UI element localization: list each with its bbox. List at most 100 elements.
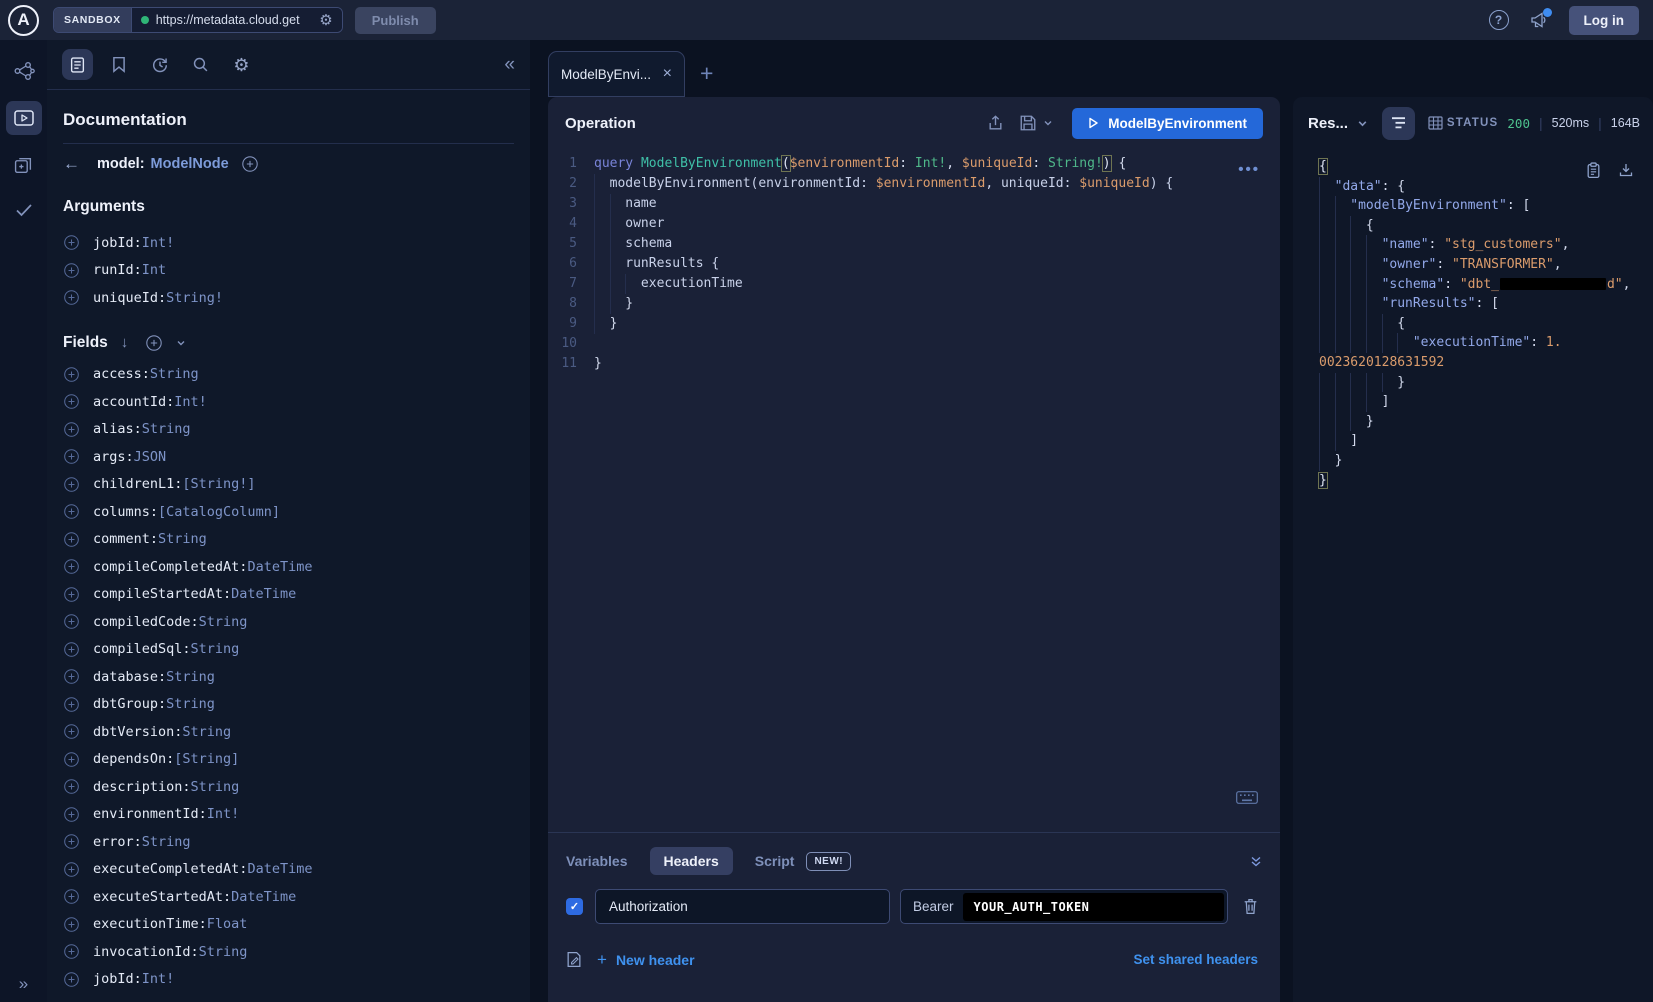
field-row[interactable]: comment: String — [63, 526, 514, 554]
expand-rail-button[interactable]: » — [0, 974, 47, 994]
add-field-to-query-icon[interactable] — [63, 833, 80, 850]
code-line[interactable]: 6runResults { — [548, 254, 1280, 274]
new-tab-button[interactable]: + — [700, 62, 713, 85]
field-row[interactable]: compileStartedAt: DateTime — [63, 581, 514, 609]
keyboard-shortcuts-icon[interactable] — [1236, 791, 1258, 804]
formatted-view-button[interactable] — [1382, 107, 1415, 140]
tab-variables[interactable]: Variables — [566, 853, 628, 869]
sidebar-item-changelog[interactable] — [6, 150, 42, 180]
tab-headers[interactable]: Headers — [650, 847, 733, 875]
tab-explorer-settings[interactable]: ⚙ — [226, 49, 257, 80]
field-row[interactable]: executionTime: Float — [63, 911, 514, 939]
add-field-to-query-icon[interactable] — [63, 531, 80, 548]
copy-response-button[interactable] — [1586, 162, 1601, 179]
share-operation-icon[interactable] — [987, 114, 1004, 132]
add-field-to-query-icon[interactable] — [63, 366, 80, 383]
field-row[interactable]: compiledCode: String — [63, 608, 514, 636]
table-view-button[interactable] — [1427, 115, 1444, 131]
header-value-input[interactable]: Bearer YOUR_AUTH_TOKEN — [900, 889, 1228, 924]
argument-row[interactable]: runId: Int — [63, 257, 514, 285]
save-operation-group[interactable] — [1019, 114, 1053, 132]
argument-row[interactable]: jobId: Int! — [63, 229, 514, 257]
field-row[interactable]: access: String — [63, 361, 514, 389]
add-field-to-query-icon[interactable] — [63, 262, 80, 279]
field-row[interactable]: accountId: Int! — [63, 388, 514, 416]
publish-button[interactable]: Publish — [355, 7, 436, 34]
code-line[interactable]: 2modelByEnvironment(environmentId: $envi… — [548, 174, 1280, 194]
field-row[interactable]: executeCompletedAt: DateTime — [63, 856, 514, 884]
field-row[interactable]: childrenL1: [String!] — [63, 471, 514, 499]
code-line[interactable]: 5schema — [548, 234, 1280, 254]
editor-menu-button[interactable]: ••• — [1238, 162, 1260, 177]
endpoint-url-box[interactable]: https://metadata.cloud.get ⚙ — [132, 8, 342, 32]
apollo-logo[interactable]: A — [8, 5, 39, 36]
field-row[interactable]: dbtVersion: String — [63, 718, 514, 746]
add-field-to-query-icon[interactable] — [63, 861, 80, 878]
new-header-button[interactable]: + New header — [597, 951, 695, 968]
set-shared-headers-link[interactable]: Set shared headers — [1133, 952, 1262, 967]
code-line[interactable]: 11} — [548, 354, 1280, 374]
add-field-to-query-icon[interactable] — [63, 641, 80, 658]
code-line[interactable]: 10 — [548, 334, 1280, 354]
field-row[interactable]: alias: String — [63, 416, 514, 444]
sidebar-item-checks[interactable] — [6, 195, 42, 225]
field-row[interactable]: dependsOn: [String] — [63, 746, 514, 774]
tab-history[interactable] — [144, 49, 175, 80]
add-field-to-query-icon[interactable] — [63, 916, 80, 933]
sidebar-item-explorer[interactable] — [6, 101, 42, 135]
add-field-to-query-icon[interactable] — [63, 806, 80, 823]
field-row[interactable]: dbtGroup: String — [63, 691, 514, 719]
add-field-to-query-icon[interactable] — [63, 476, 80, 493]
add-field-to-query-icon[interactable] — [63, 971, 80, 988]
add-field-to-query-icon[interactable] — [63, 289, 80, 306]
add-field-to-query-icon[interactable] — [63, 751, 80, 768]
back-arrow-icon[interactable]: ← — [63, 154, 89, 174]
close-tab-icon[interactable]: × — [663, 66, 672, 82]
add-field-to-query-icon[interactable] — [63, 448, 80, 465]
collapse-docs-panel-button[interactable]: « — [504, 55, 515, 74]
add-field-to-query-icon[interactable] — [63, 421, 80, 438]
add-field-to-query-icon[interactable] — [63, 943, 80, 960]
chevron-down-icon[interactable] — [176, 338, 186, 348]
field-row[interactable]: executeStartedAt: DateTime — [63, 883, 514, 911]
response-title[interactable]: Res... — [1308, 115, 1348, 132]
header-key-input[interactable]: Authorization — [595, 889, 890, 924]
field-row[interactable]: args: JSON — [63, 443, 514, 471]
field-row[interactable]: compiledSql: String — [63, 636, 514, 664]
add-field-to-query-icon[interactable] — [63, 586, 80, 603]
field-row[interactable]: jobId: Int! — [63, 966, 514, 994]
add-fields-icon[interactable] — [145, 334, 163, 352]
help-icon[interactable]: ? — [1489, 10, 1509, 30]
add-field-to-query-icon[interactable] — [63, 234, 80, 251]
announcements-icon[interactable] — [1529, 11, 1549, 29]
code-line[interactable]: 9} — [548, 314, 1280, 334]
header-enabled-checkbox[interactable]: ✓ — [566, 898, 583, 915]
add-field-to-query-icon[interactable] — [63, 558, 80, 575]
field-row[interactable]: database: String — [63, 663, 514, 691]
add-field-to-query-icon[interactable] — [63, 778, 80, 795]
run-operation-button[interactable]: ModelByEnvironment — [1072, 108, 1263, 139]
tab-documentation[interactable] — [62, 49, 93, 80]
tab-modelbyenvironment[interactable]: ModelByEnvi... × — [548, 51, 685, 97]
sort-fields-icon[interactable]: ↓ — [121, 334, 129, 351]
tab-script[interactable]: Script — [755, 853, 795, 869]
field-row[interactable]: error: String — [63, 828, 514, 856]
add-field-to-query-icon[interactable] — [63, 723, 80, 740]
download-response-button[interactable] — [1618, 162, 1634, 179]
code-line[interactable]: 1query ModelByEnvironment($environmentId… — [548, 154, 1280, 174]
add-field-to-query-icon[interactable] — [63, 613, 80, 630]
breadcrumb-type[interactable]: ModelNode — [151, 156, 229, 172]
add-field-to-query-icon[interactable] — [63, 888, 80, 905]
collapse-bottom-panel-button[interactable] — [1250, 855, 1262, 868]
code-line[interactable]: 4owner — [548, 214, 1280, 234]
field-row[interactable]: environmentId: Int! — [63, 801, 514, 829]
code-line[interactable]: 8} — [548, 294, 1280, 314]
code-line[interactable]: 3name — [548, 194, 1280, 214]
add-all-fields-icon[interactable] — [241, 155, 259, 173]
add-field-to-query-icon[interactable] — [63, 668, 80, 685]
login-button[interactable]: Log in — [1569, 6, 1640, 35]
add-field-to-query-icon[interactable] — [63, 393, 80, 410]
delete-header-button[interactable] — [1243, 898, 1258, 915]
field-row[interactable]: description: String — [63, 773, 514, 801]
tab-search[interactable] — [185, 49, 216, 80]
